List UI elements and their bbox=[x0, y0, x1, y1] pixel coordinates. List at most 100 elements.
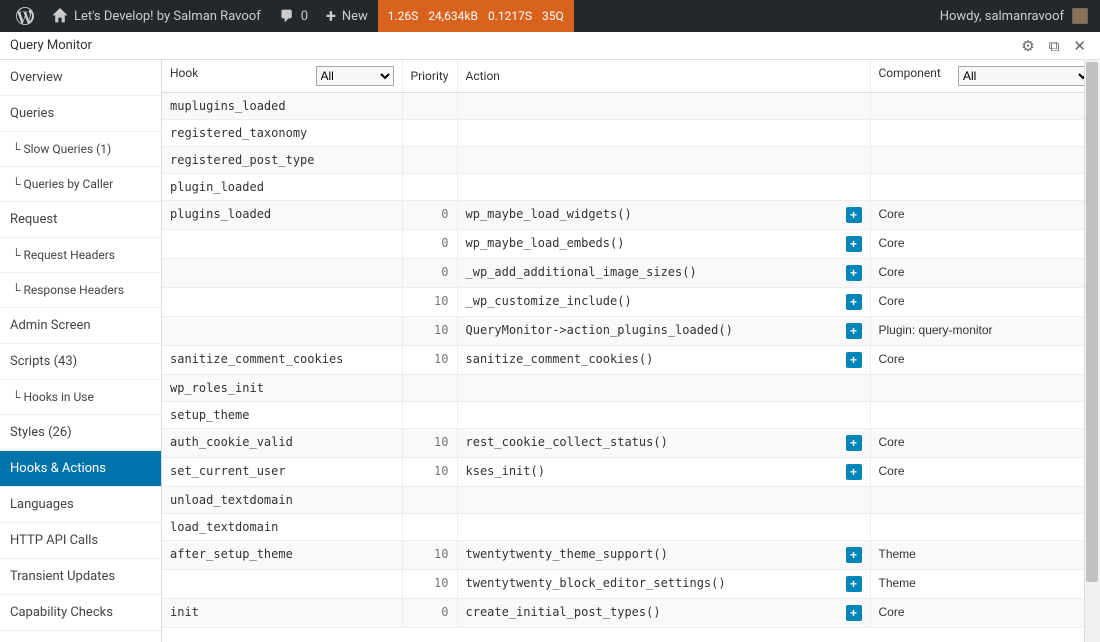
popout-icon[interactable]: ⧉ bbox=[1045, 35, 1064, 57]
table-row: setup_theme bbox=[162, 402, 1100, 429]
sidebar-item[interactable]: Queries bbox=[0, 96, 161, 132]
howdy-text[interactable]: Howdy, salmanravoof bbox=[940, 9, 1064, 24]
expand-button[interactable]: + bbox=[846, 207, 862, 223]
cell-action bbox=[457, 514, 870, 541]
cell-priority bbox=[402, 487, 457, 514]
home-icon bbox=[52, 8, 68, 24]
qm-main[interactable]: Hook All Priority Action Component All m… bbox=[162, 60, 1100, 642]
cell-action: create_initial_post_types()+ bbox=[457, 599, 870, 628]
cell-component: Theme bbox=[870, 570, 1100, 599]
col-hook-label: Hook bbox=[170, 66, 198, 80]
gear-icon[interactable]: ⚙ bbox=[1017, 35, 1038, 57]
expand-button[interactable]: + bbox=[846, 464, 862, 480]
qm-stats[interactable]: 1.26S 24,634kB 0.1217S 35Q bbox=[378, 0, 574, 32]
outer-scrollbar-thumb[interactable] bbox=[1086, 62, 1098, 582]
cell-component: Theme bbox=[870, 541, 1100, 570]
sidebar-item[interactable]: └ Queries by Caller bbox=[0, 167, 161, 202]
sidebar-item[interactable]: Languages bbox=[0, 487, 161, 523]
cell-hook: load_textdomain bbox=[162, 514, 402, 541]
cell-hook: auth_cookie_valid bbox=[162, 429, 402, 458]
cell-component bbox=[870, 93, 1100, 120]
col-hook: Hook All bbox=[162, 60, 402, 93]
cell-action: QueryMonitor->action_plugins_loaded()+ bbox=[457, 317, 870, 346]
sidebar-item[interactable]: Admin Screen bbox=[0, 308, 161, 344]
table-row: sanitize_comment_cookies10sanitize_comme… bbox=[162, 346, 1100, 375]
sidebar-item[interactable]: Request bbox=[0, 202, 161, 238]
sidebar-item[interactable]: Hooks & Actions bbox=[0, 451, 161, 487]
expand-button[interactable]: + bbox=[846, 576, 862, 592]
avatar[interactable] bbox=[1072, 8, 1088, 24]
cell-component bbox=[870, 120, 1100, 147]
cell-priority: 10 bbox=[402, 541, 457, 570]
outer-scrollbar-track[interactable] bbox=[1084, 60, 1100, 642]
expand-button[interactable]: + bbox=[846, 236, 862, 252]
cell-priority: 0 bbox=[402, 230, 457, 259]
cell-action bbox=[457, 174, 870, 201]
cell-priority: 10 bbox=[402, 346, 457, 375]
table-row: registered_taxonomy bbox=[162, 120, 1100, 147]
expand-button[interactable]: + bbox=[846, 323, 862, 339]
expand-button[interactable]: + bbox=[846, 435, 862, 451]
cell-action: _wp_customize_include()+ bbox=[457, 288, 870, 317]
cell-priority: 0 bbox=[402, 599, 457, 628]
hook-filter[interactable]: All bbox=[316, 66, 394, 86]
cell-action: wp_maybe_load_widgets()+ bbox=[457, 201, 870, 230]
cell-hook: init bbox=[162, 599, 402, 628]
cell-hook: plugin_loaded bbox=[162, 174, 402, 201]
expand-button[interactable]: + bbox=[846, 547, 862, 563]
site-link[interactable]: Let's Develop! by Salman Ravoof bbox=[44, 0, 269, 32]
comments-count: 0 bbox=[301, 9, 308, 24]
qm-time: 1.26S bbox=[388, 9, 419, 23]
cell-component: Core bbox=[870, 230, 1100, 259]
cell-component bbox=[870, 147, 1100, 174]
sidebar-item[interactable]: HTTP API Calls bbox=[0, 523, 161, 559]
qm-dbtime: 0.1217S bbox=[488, 9, 532, 23]
cell-hook bbox=[162, 230, 402, 259]
wp-logo[interactable] bbox=[8, 0, 42, 32]
sidebar-item[interactable]: Styles (26) bbox=[0, 415, 161, 451]
cell-hook: unload_textdomain bbox=[162, 487, 402, 514]
comments-link[interactable]: 0 bbox=[271, 0, 316, 32]
sidebar-item[interactable]: └ Response Headers bbox=[0, 273, 161, 308]
sidebar-item[interactable]: └ Hooks in Use bbox=[0, 380, 161, 415]
qm-panel: OverviewQueries└ Slow Queries (1)└ Queri… bbox=[0, 60, 1100, 642]
sidebar-item[interactable]: Scripts (43) bbox=[0, 344, 161, 380]
comment-icon bbox=[279, 8, 295, 24]
cell-priority bbox=[402, 174, 457, 201]
table-row: 0_wp_add_additional_image_sizes()+Core bbox=[162, 259, 1100, 288]
cell-action: wp_maybe_load_embeds()+ bbox=[457, 230, 870, 259]
col-component: Component All bbox=[870, 60, 1100, 93]
cell-priority: 0 bbox=[402, 201, 457, 230]
table-row: 10_wp_customize_include()+Core bbox=[162, 288, 1100, 317]
expand-button[interactable]: + bbox=[846, 605, 862, 621]
cell-action bbox=[457, 147, 870, 174]
col-component-label: Component bbox=[879, 66, 941, 80]
sidebar-item[interactable]: Transient Updates bbox=[0, 559, 161, 595]
qm-panel-header: Query Monitor ⚙ ⧉ ✕ bbox=[0, 32, 1100, 60]
cell-action: twentytwenty_theme_support()+ bbox=[457, 541, 870, 570]
sidebar-item[interactable]: └ Request Headers bbox=[0, 238, 161, 273]
sidebar-item[interactable]: Capability Checks bbox=[0, 595, 161, 631]
cell-priority: 10 bbox=[402, 570, 457, 599]
new-label: New bbox=[342, 9, 368, 24]
expand-button[interactable]: + bbox=[846, 265, 862, 281]
expand-button[interactable]: + bbox=[846, 294, 862, 310]
cell-action: _wp_add_additional_image_sizes()+ bbox=[457, 259, 870, 288]
cell-priority: 10 bbox=[402, 317, 457, 346]
sidebar-item[interactable]: └ Slow Queries (1) bbox=[0, 132, 161, 167]
expand-button[interactable]: + bbox=[846, 352, 862, 368]
new-link[interactable]: + New bbox=[318, 0, 376, 32]
col-priority-label: Priority bbox=[411, 69, 449, 83]
table-row: wp_roles_init bbox=[162, 375, 1100, 402]
table-row: load_textdomain bbox=[162, 514, 1100, 541]
close-icon[interactable]: ✕ bbox=[1069, 35, 1090, 57]
cell-priority: 10 bbox=[402, 288, 457, 317]
site-title: Let's Develop! by Salman Ravoof bbox=[74, 9, 261, 24]
sidebar-item[interactable]: Overview bbox=[0, 60, 161, 96]
cell-component: Core bbox=[870, 429, 1100, 458]
cell-hook bbox=[162, 259, 402, 288]
component-filter[interactable]: All bbox=[958, 66, 1092, 86]
sidebar-item[interactable]: Environment bbox=[0, 631, 161, 642]
table-row: set_current_user10kses_init()+Core bbox=[162, 458, 1100, 487]
qm-mem: 24,634kB bbox=[428, 9, 478, 23]
